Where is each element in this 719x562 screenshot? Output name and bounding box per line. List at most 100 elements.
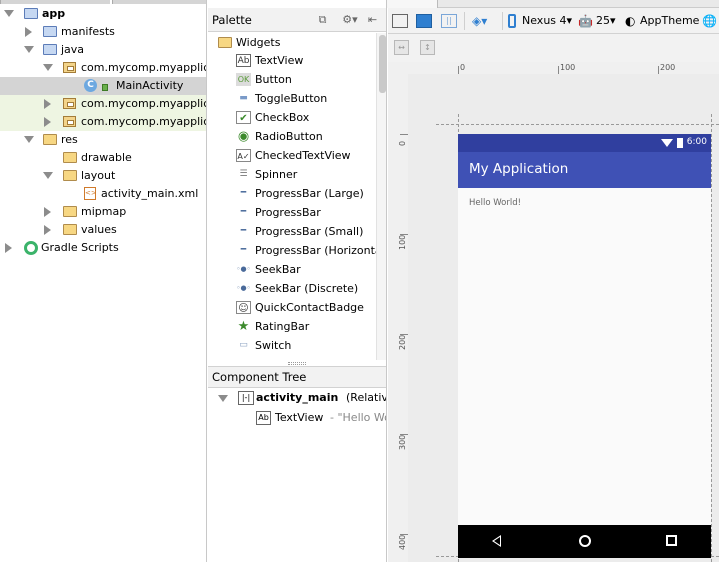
hello-textview[interactable]: Hello World!	[469, 198, 521, 208]
folder-icon	[43, 26, 57, 37]
xml-file-icon: <>	[84, 187, 97, 200]
tree-item-mainactivity[interactable]: C MainActivity	[0, 77, 206, 95]
tree-item-drawable[interactable]: drawable	[0, 149, 206, 167]
expand-arrow-icon[interactable]	[25, 27, 32, 37]
split-view-icon[interactable]: ||	[441, 14, 457, 28]
collapse-arrow-icon[interactable]	[218, 395, 228, 402]
layout-toolbar: || ◈▾ Nexus 4▾ 🤖 25▾ ◐ AppTheme 🌐	[388, 8, 719, 34]
globe-icon[interactable]: 🌐	[702, 12, 717, 30]
tree-item-java[interactable]: java	[0, 41, 206, 59]
palette-item-label: CheckedTextView	[255, 149, 351, 162]
tree-item-package-androidtest[interactable]: com.mycomp.myapplication (androidTest)	[0, 95, 206, 113]
expand-arrow-icon[interactable]	[44, 99, 51, 109]
device-preview[interactable]: 6:00 My Application Hello World!	[458, 134, 711, 558]
tree-item-activity-main-xml[interactable]: <> activity_main.xml	[0, 185, 206, 203]
tree-item-res[interactable]: res	[0, 131, 206, 149]
horizontal-ruler: 0 100 200	[388, 62, 719, 74]
design-canvas[interactable]: 0 100 200 0 100 200 300 400 6:00 My Appl…	[388, 62, 719, 562]
theme-label: AppTheme	[640, 14, 700, 27]
palette-scrollbar[interactable]	[376, 33, 386, 360]
collapse-arrow-icon[interactable]	[43, 172, 53, 179]
tree-label: values	[81, 223, 117, 236]
api-selector[interactable]: 25▾	[596, 12, 616, 30]
toolbar-separator	[502, 12, 503, 30]
ruler-label: 0	[460, 63, 466, 72]
tree-item-app[interactable]: app	[0, 5, 206, 23]
component-row-root[interactable]: |-| activity_main (RelativeLayout)	[218, 388, 387, 408]
palette-item-label: SeekBar (Discrete)	[255, 282, 359, 295]
tree-item-package-main[interactable]: com.mycomp.myapplication	[0, 59, 206, 77]
resize-handle[interactable]	[288, 362, 306, 365]
ruler-label: 200	[398, 334, 407, 350]
project-tab-2[interactable]	[112, 0, 206, 4]
expand-arrow-icon[interactable]	[44, 117, 51, 127]
textview-icon: Ab	[256, 411, 271, 425]
collapse-arrow-icon[interactable]	[24, 46, 34, 53]
component-name: activity_main	[256, 391, 339, 404]
palette-header: Palette ⧉ ⚙▾ ⇤	[208, 8, 386, 32]
component-type: (RelativeLayout)	[346, 391, 387, 404]
tree-label: com.mycomp.myapplication (test)	[81, 115, 206, 128]
design-view-icon[interactable]	[392, 14, 408, 28]
scrollbar-thumb[interactable]	[379, 35, 386, 93]
tree-item-package-test[interactable]: com.mycomp.myapplication (test)	[0, 113, 206, 131]
expand-arrow-icon[interactable]	[44, 225, 51, 235]
android-icon: 🤖	[578, 14, 593, 28]
folder-icon	[63, 170, 77, 181]
tree-item-values[interactable]: values	[0, 221, 206, 239]
folder-icon	[63, 152, 77, 163]
android-studio-window: app manifests java com.mycomp.myapplicat…	[0, 0, 719, 562]
progressbar-icon: ━	[240, 188, 247, 198]
progressbar-icon: ━	[240, 207, 247, 217]
layout-bound-top	[436, 124, 719, 125]
fit-width-icon[interactable]: ↔	[394, 40, 409, 55]
layout-secondary-toolbar: ↔ ↕	[388, 34, 719, 62]
tree-label: java	[61, 43, 85, 56]
palette-item-label: Button	[255, 73, 292, 86]
ruler-label: 300	[398, 434, 407, 450]
tree-item-manifests[interactable]: manifests	[0, 23, 206, 41]
collapse-arrow-icon[interactable]	[24, 136, 34, 143]
copy-icon[interactable]: ⧉	[316, 13, 329, 26]
device-selector[interactable]: Nexus 4▾	[522, 12, 572, 30]
checkedtextview-icon: A✓	[236, 149, 251, 162]
tree-label: manifests	[61, 25, 115, 38]
wifi-icon	[661, 139, 673, 147]
api-label: 25	[596, 14, 610, 27]
collapse-arrow-icon[interactable]	[43, 64, 53, 71]
orientation-icon[interactable]: ◈▾	[472, 12, 496, 30]
app-bar[interactable]: My Application	[458, 152, 711, 188]
component-name: TextView	[275, 411, 324, 424]
tree-label: layout	[81, 169, 116, 182]
palette-item-label: SeekBar	[255, 263, 301, 276]
home-icon	[579, 535, 591, 547]
component-row-textview[interactable]: Ab TextView - "Hello World!"	[256, 408, 386, 428]
contact-badge-icon: ☺	[236, 301, 251, 314]
module-folder-icon	[24, 8, 38, 19]
collapse-arrow-icon[interactable]	[4, 10, 14, 17]
expand-arrow-icon[interactable]	[44, 207, 51, 217]
device-icon[interactable]	[508, 14, 516, 28]
folder-icon	[63, 224, 77, 235]
project-tree-panel: app manifests java com.mycomp.myapplicat…	[0, 0, 207, 562]
tree-item-mipmap[interactable]: mipmap	[0, 203, 206, 221]
vertical-ruler: 0 100 200 300 400	[388, 74, 408, 562]
switch-icon: ▭	[239, 340, 248, 350]
tree-label: activity_main.xml	[101, 187, 199, 200]
package-icon	[63, 98, 76, 109]
tree-item-gradle-scripts[interactable]: Gradle Scripts	[0, 239, 206, 257]
palette-item-label: ProgressBar (Horizontal)	[255, 244, 387, 257]
back-icon	[492, 535, 501, 547]
blueprint-view-icon[interactable]	[416, 14, 432, 28]
fit-height-icon[interactable]: ↕	[420, 40, 435, 55]
ruler-tick	[658, 66, 659, 74]
theme-selector[interactable]: AppTheme	[640, 12, 699, 30]
gear-icon[interactable]: ⚙▾	[340, 13, 360, 26]
hide-panel-icon[interactable]: ⇤	[366, 13, 379, 26]
expand-arrow-icon[interactable]	[5, 243, 12, 253]
tree-label: mipmap	[81, 205, 127, 218]
tree-item-layout[interactable]: layout	[0, 167, 206, 185]
star-icon: ★	[237, 319, 250, 334]
radiobutton-icon: ◉	[237, 129, 250, 144]
project-tab[interactable]	[0, 0, 110, 4]
